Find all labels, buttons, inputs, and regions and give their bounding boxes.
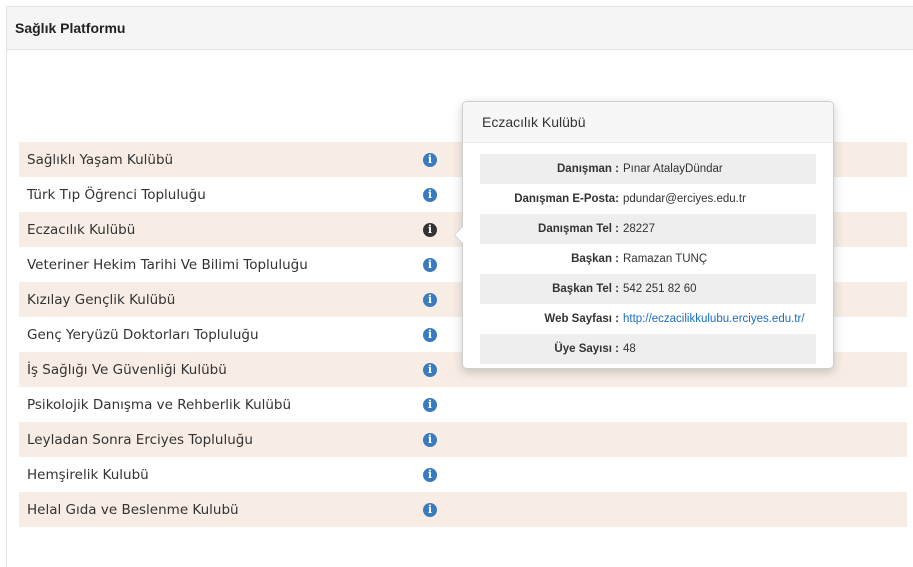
detail-key: Başkan Tel :: [552, 283, 619, 295]
info-icon[interactable]: i: [423, 187, 437, 202]
club-name: Leyladan Sonra Erciyes Topluluğu: [27, 431, 253, 448]
panel-title: Sağlık Platformu: [7, 7, 913, 50]
info-icon[interactable]: i: [423, 327, 437, 342]
club-name: Veteriner Hekim Tarihi Ve Bilimi Toplulu…: [27, 256, 308, 273]
detail-row: Web Sayfası : http://eczacilikkulubu.erc…: [480, 304, 816, 334]
detail-key: Danışman E-Posta:: [514, 193, 619, 205]
detail-value: Pınar AtalayDündar: [623, 163, 723, 175]
club-name: Eczacılık Kulübü: [27, 221, 136, 238]
club-name: Psikolojik Danışma ve Rehberlik Kulübü: [27, 396, 292, 413]
list-item[interactable]: Helal Gıda ve Beslenme Kulubü i: [19, 492, 907, 527]
info-icon[interactable]: i: [423, 222, 437, 237]
info-icon[interactable]: i: [423, 397, 437, 412]
detail-key: Danışman :: [557, 163, 619, 175]
list-item[interactable]: Psikolojik Danışma ve Rehberlik Kulübü i: [19, 387, 907, 422]
list-item[interactable]: Hemşirelik Kulubü i: [19, 457, 907, 492]
club-name: Helal Gıda ve Beslenme Kulubü: [27, 501, 239, 518]
club-name: Hemşirelik Kulubü: [27, 466, 149, 483]
popover-arrow: [454, 226, 463, 244]
list-item[interactable]: Leyladan Sonra Erciyes Topluluğu i: [19, 422, 907, 457]
detail-row: Danışman Tel : 28227: [480, 214, 816, 244]
detail-value: 28227: [623, 223, 655, 235]
info-icon[interactable]: i: [423, 292, 437, 307]
detail-row: Danışman : Pınar AtalayDündar: [480, 154, 816, 184]
info-icon[interactable]: i: [423, 467, 437, 482]
club-info-popover: Eczacılık Kulübü Danışman : Pınar Atalay…: [454, 101, 834, 369]
info-icon[interactable]: i: [423, 257, 437, 272]
detail-row: Üye Sayısı : 48: [480, 334, 816, 364]
detail-key: Web Sayfası :: [544, 313, 619, 325]
website-link[interactable]: http://eczacilikkulubu.erciyes.edu.tr/: [623, 313, 816, 325]
detail-row: Başkan : Ramazan TUNÇ: [480, 244, 816, 274]
detail-value: 48: [623, 343, 636, 355]
detail-value: Ramazan TUNÇ: [623, 253, 708, 265]
detail-value: pdundar@erciyes.edu.tr: [623, 193, 746, 205]
detail-row: Başkan Tel : 542 251 82 60: [480, 274, 816, 304]
club-name: Kızılay Gençlik Kulübü: [27, 291, 176, 308]
detail-key: Başkan :: [571, 253, 619, 265]
club-name: Sağlıklı Yaşam Kulübü: [27, 151, 174, 168]
popover-title: Eczacılık Kulübü: [463, 102, 833, 143]
info-icon[interactable]: i: [423, 362, 437, 377]
detail-row: Danışman E-Posta: pdundar@erciyes.edu.tr: [480, 184, 816, 214]
detail-key: Danışman Tel :: [538, 223, 619, 235]
club-name: Türk Tıp Öğrenci Topluluğu: [27, 186, 206, 203]
info-icon[interactable]: i: [423, 152, 437, 167]
detail-value: 542 251 82 60: [623, 283, 697, 295]
info-icon[interactable]: i: [423, 502, 437, 517]
popover-details: Danışman : Pınar AtalayDündar Danışman E…: [480, 154, 816, 364]
info-icon[interactable]: i: [423, 432, 437, 447]
club-name: Genç Yeryüzü Doktorları Topluluğu: [27, 326, 259, 343]
detail-key: Üye Sayısı :: [554, 343, 619, 355]
club-name: İş Sağlığı Ve Güvenliği Kulübü: [27, 361, 227, 378]
